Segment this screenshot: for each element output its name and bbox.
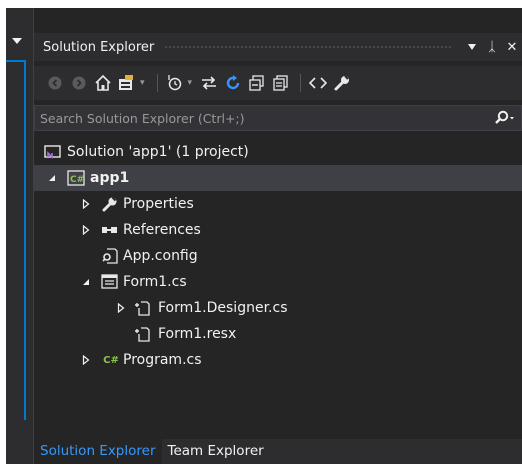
tree-item-form1-cs[interactable]: Form1.cs (34, 269, 522, 295)
switch-views-icon[interactable] (116, 72, 138, 94)
tree-item-label: App.config (123, 248, 198, 264)
panel-titlebar: Solution Explorer ᛣ ✕ (34, 33, 522, 61)
panel-title: Solution Explorer (43, 39, 155, 55)
tree-item-label: app1 (90, 170, 130, 186)
tree-item-app1[interactable]: C# app1 (34, 165, 522, 191)
tree-item-app-config[interactable]: App.config (34, 243, 522, 269)
tree-item-label: Form1.Designer.cs (158, 300, 288, 316)
designer-file-icon (134, 299, 152, 317)
collapsed-arrow-icon[interactable] (80, 191, 92, 217)
sync-with-active-document-icon[interactable] (198, 72, 220, 94)
tab-solution-explorer[interactable]: Solution Explorer (34, 439, 162, 464)
titlebar-grip[interactable] (164, 44, 452, 50)
csharp-file-icon: C# (103, 354, 119, 366)
expanded-arrow-icon[interactable] (46, 165, 58, 191)
tree-item-label: Program.cs (123, 352, 202, 368)
window-position-icon[interactable] (462, 40, 482, 55)
tree-item-form1-resx[interactable]: Form1.resx (34, 321, 522, 347)
dock-indicator (6, 60, 26, 62)
collapsed-arrow-icon[interactable] (80, 347, 92, 373)
solution-icon (44, 143, 62, 161)
tree-item-label: Solution 'app1' (1 project) (67, 144, 249, 160)
ide-frame: Solution Explorer ᛣ ✕ ▾ ▾ Search Solutio… (6, 8, 522, 464)
tree-item-properties[interactable]: Properties (34, 191, 522, 217)
dock-caret-icon[interactable] (12, 38, 22, 44)
tree-item-label: Properties (123, 196, 194, 212)
tree-item-references[interactable]: References (34, 217, 522, 243)
left-dock-strip (6, 8, 34, 464)
svg-text:C#: C# (70, 175, 84, 185)
collapsed-arrow-icon[interactable] (115, 295, 127, 321)
solution-tree: Solution 'app1' (1 project) C# app1 Prop… (34, 139, 522, 373)
home-icon[interactable] (92, 72, 114, 94)
resx-file-icon (134, 325, 152, 343)
tree-item-label: Form1.resx (158, 326, 237, 342)
wrench-icon (101, 195, 119, 213)
tree-item-form1-designer-cs[interactable]: Form1.Designer.cs (34, 295, 522, 321)
toolbar-separator (156, 74, 158, 92)
form-icon (101, 273, 119, 291)
collapse-all-icon[interactable] (246, 72, 268, 94)
config-file-icon (101, 247, 119, 265)
tree-item-label: References (123, 222, 201, 238)
references-icon (101, 221, 119, 239)
pending-changes-icon[interactable] (164, 72, 186, 94)
switch-views-dropdown-icon[interactable]: ▾ (140, 78, 145, 88)
collapsed-arrow-icon[interactable] (80, 217, 92, 243)
toolbar-separator (300, 74, 302, 92)
dock-indicator-vertical (24, 60, 26, 420)
back-icon[interactable] (44, 72, 66, 94)
pending-changes-dropdown-icon[interactable]: ▾ (188, 78, 193, 88)
solution-explorer-panel: Solution Explorer ᛣ ✕ ▾ ▾ Search Solutio… (34, 8, 522, 464)
close-icon[interactable]: ✕ (502, 40, 522, 55)
search-box[interactable] (34, 105, 522, 131)
tab-team-explorer[interactable]: Team Explorer (162, 439, 270, 464)
panel-toolbar: ▾ ▾ (34, 66, 522, 100)
bottom-tab-strip: Solution Explorer Team Explorer (34, 439, 522, 464)
csharp-project-icon: C# (67, 169, 85, 187)
refresh-icon[interactable] (222, 72, 244, 94)
expanded-arrow-icon[interactable] (80, 269, 92, 295)
pin-icon[interactable]: ᛣ (482, 40, 502, 55)
search-input[interactable] (35, 109, 487, 127)
tree-item-solution[interactable]: Solution 'app1' (1 project) (34, 139, 522, 165)
tree-item-program-cs[interactable]: C# Program.cs (34, 347, 522, 373)
tree-item-label: Form1.cs (123, 274, 187, 290)
show-all-files-icon[interactable] (270, 72, 292, 94)
view-code-icon[interactable] (307, 72, 329, 94)
properties-icon[interactable] (331, 72, 353, 94)
search-icon[interactable] (487, 110, 521, 126)
forward-icon[interactable] (68, 72, 90, 94)
